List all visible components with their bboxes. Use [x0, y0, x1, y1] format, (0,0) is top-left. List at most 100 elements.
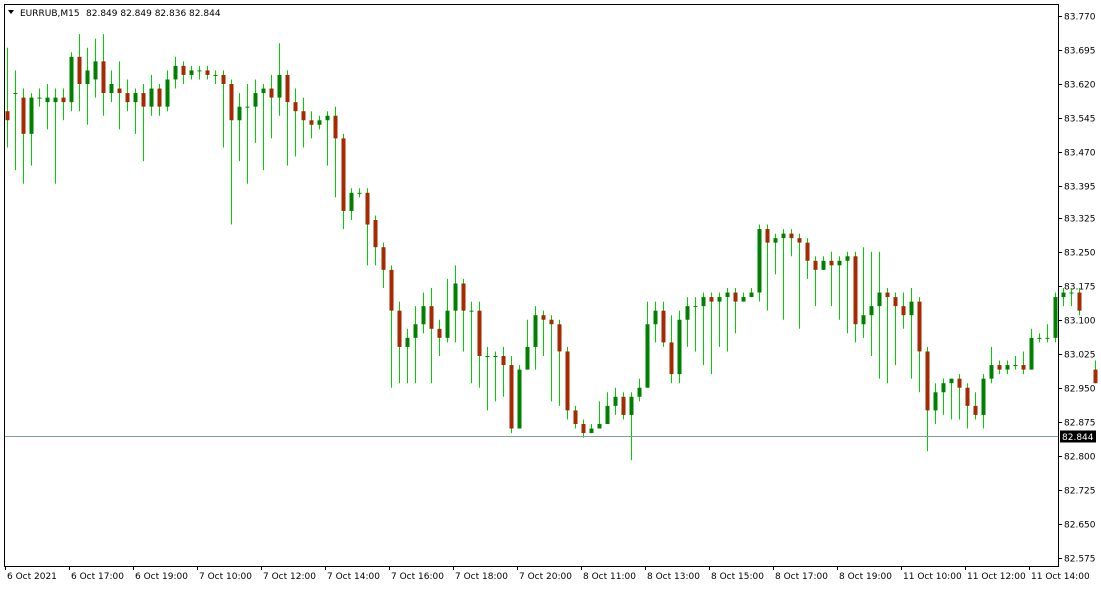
candle-body	[973, 405, 978, 415]
time-tick-label: 7 Oct 16:00	[391, 572, 444, 582]
candle-body	[181, 65, 186, 75]
candle-body	[325, 115, 330, 121]
candle-body	[69, 56, 74, 103]
candle-body	[293, 102, 298, 112]
chart-header: EURRUB,M15 82.849 82.849 82.836 82.844	[8, 9, 221, 19]
candle-body	[173, 65, 178, 80]
candle-body	[165, 79, 170, 107]
candle-body	[717, 297, 722, 302]
candle-body	[205, 70, 210, 75]
candle-body	[773, 238, 778, 243]
candle	[565, 346, 570, 420]
candle-body	[45, 97, 50, 103]
candle-body	[669, 342, 674, 375]
candle-body	[301, 111, 306, 121]
current-price-label: 82.844	[1062, 433, 1094, 443]
time-tick-label: 6 Oct 17:00	[71, 572, 124, 582]
candle-body	[1005, 365, 1010, 370]
candle-body	[213, 74, 218, 76]
candle-body	[957, 378, 962, 388]
candle-body	[589, 428, 594, 434]
candle-body	[285, 74, 290, 103]
candle-body	[1053, 297, 1058, 338]
candle-body	[605, 405, 610, 424]
candle-body	[357, 192, 362, 194]
price-tick-label: 83.250	[1064, 249, 1096, 259]
candle-body	[877, 292, 882, 307]
candle-body	[341, 138, 346, 211]
price-tick-label: 83.545	[1064, 115, 1096, 125]
candle-body	[813, 260, 818, 270]
candle-body	[405, 337, 410, 347]
candle-body	[829, 260, 834, 266]
candle-body	[29, 97, 34, 134]
candle	[517, 365, 522, 429]
candle-body	[517, 369, 522, 429]
candle-body	[461, 283, 466, 311]
candle	[509, 356, 514, 434]
candle-body	[237, 106, 242, 121]
candle	[1053, 292, 1058, 343]
candle-body	[141, 93, 146, 107]
candle-body	[597, 424, 602, 429]
candle-body	[1077, 292, 1082, 311]
candle-body	[501, 356, 506, 366]
candle-body	[109, 84, 114, 94]
candle-body	[261, 88, 266, 94]
candle-body	[453, 283, 458, 311]
candle-body	[365, 192, 370, 225]
price-tick-label: 82.575	[1064, 555, 1096, 565]
candle-body	[685, 306, 690, 320]
candle-body	[965, 387, 970, 406]
candle-body	[77, 56, 82, 84]
candle-body	[725, 292, 730, 298]
time-tick-label: 11 Oct 14:00	[1031, 572, 1090, 582]
time-tick-label: 8 Oct 17:00	[775, 572, 828, 582]
candle-body	[941, 383, 946, 393]
candle-body	[21, 97, 26, 134]
candle-body	[373, 220, 378, 248]
plot-frame	[4, 4, 1059, 567]
time-tick-label: 7 Oct 18:00	[455, 572, 508, 582]
candle-body	[629, 396, 634, 415]
time-axis-ticks: 6 Oct 2021 6 Oct 17:00 6 Oct 19:00 7 Oct 10…	[5, 566, 1090, 582]
candle-body	[149, 88, 154, 107]
candle-body	[805, 242, 810, 261]
candle-body	[581, 424, 586, 434]
candle-body	[541, 315, 546, 320]
time-tick-label: 7 Oct 12:00	[263, 572, 316, 582]
candle-body	[757, 229, 762, 293]
candle-body	[893, 297, 898, 307]
candle-body	[733, 292, 738, 302]
time-tick-label: 8 Oct 13:00	[647, 572, 700, 582]
candle-body	[5, 111, 10, 121]
candle-body	[1029, 337, 1034, 370]
time-tick-label: 8 Oct 15:00	[711, 572, 764, 582]
candle-body	[781, 233, 786, 239]
candle-body	[61, 97, 66, 103]
price-chart[interactable]: 83.770 83.695 83.620 83.545 83.470 83.395 83.3…	[0, 0, 1101, 589]
candle-body	[693, 306, 698, 308]
candle-body	[901, 306, 906, 316]
candle-body	[349, 192, 354, 211]
candle-body	[469, 310, 474, 312]
candle-body	[277, 74, 282, 98]
price-tick-label: 82.725	[1064, 487, 1096, 497]
candle-body	[549, 319, 554, 325]
candle-body	[565, 351, 570, 411]
candle-body	[53, 97, 58, 103]
candle-body	[509, 365, 514, 429]
candle-body	[381, 247, 386, 270]
candle-body	[797, 238, 802, 243]
candle-body	[309, 120, 314, 125]
candle-body	[245, 106, 250, 108]
candle-body	[333, 115, 338, 139]
price-tick-label: 82.800	[1064, 453, 1096, 463]
candle-body	[413, 324, 418, 338]
candle-body	[477, 310, 482, 356]
candle-body	[933, 392, 938, 411]
candle-body	[317, 120, 322, 125]
candle-body	[525, 346, 530, 370]
candle-body	[485, 356, 490, 357]
candle-body	[1093, 369, 1098, 384]
